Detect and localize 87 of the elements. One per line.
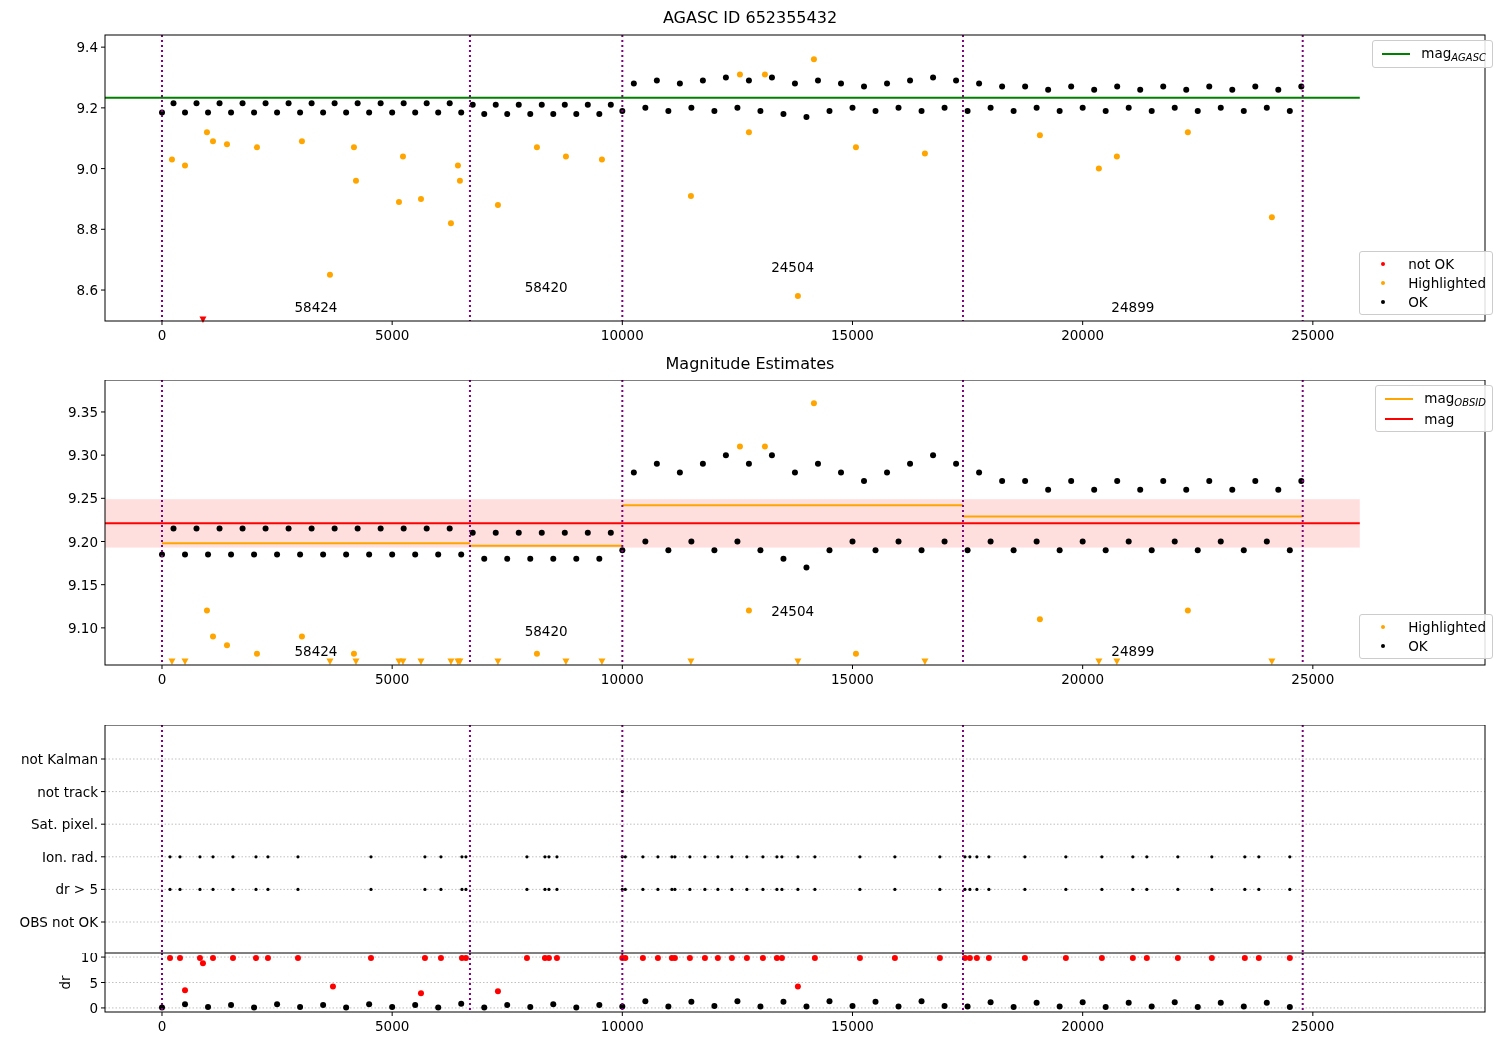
x-tick: 5000 [375,1011,410,1034]
y-tick: 9.0 [76,160,106,177]
x-tick: 15000 [831,664,874,687]
legend-label: mag$_{AGASC}$ [1421,45,1486,63]
x-tick-label: 25000 [1291,671,1335,687]
x-tick-label: 10000 [600,327,644,343]
annotation-label: 24899 [1111,643,1155,659]
y-tick-label: 9.20 [67,533,98,550]
x-tick: 0 [157,664,167,687]
x-tick: 25000 [1291,1011,1335,1034]
legend-label: mag$_{OBSID}$ [1424,390,1486,408]
x-tick-label: 15000 [831,1018,874,1034]
y-tick-label: 9.35 [67,403,98,420]
legend-label: OK [1408,294,1428,310]
y-tick: OBS not OK [19,914,106,930]
annotation-label: 24899 [1111,299,1155,315]
x-tick-label: 0 [157,327,167,343]
annotation-label: 24504 [771,603,815,619]
x-tick: 10000 [600,1011,644,1034]
y-tick: 9.30 [67,447,106,464]
x-tick-label: 5000 [374,1018,410,1034]
x-tick-label: 15000 [831,671,874,687]
legend-label: Highlighted [1408,619,1486,635]
y-tick-label: 5 [89,974,98,991]
y-tick: Ion. rad. [41,848,106,865]
x-tick-label: 20000 [1061,1018,1105,1034]
x-tick-label: 25000 [1291,1018,1335,1034]
y-tick: 9.15 [67,576,106,593]
y-tick: dr > 5 [55,881,106,898]
y-tick: 8.8 [76,221,106,238]
legend-label: not OK [1408,256,1455,272]
legend-label: OK [1408,638,1428,654]
y-tick: 9.2 [76,99,106,116]
x-tick-label: 10000 [600,1018,644,1034]
x-tick-label: 0 [157,671,167,687]
annotation-label: 58424 [294,643,338,659]
x-tick: 15000 [831,1011,874,1034]
y-tick: 9.4 [76,39,106,56]
x-tick: 10000 [600,664,644,687]
x-tick: 5000 [375,320,410,343]
y-tick: 0 [89,999,106,1016]
x-tick: 20000 [1061,1011,1105,1034]
x-tick-label: 5000 [374,671,410,687]
x-tick: 5000 [375,664,410,687]
x-tick: 0 [157,320,167,343]
x-tick-label: 15000 [831,327,874,343]
y-tick-label: 9.15 [67,576,98,593]
y-tick: 9.35 [67,403,106,420]
x-tick: 20000 [1061,664,1105,687]
y-tick-label: 0 [89,999,98,1016]
y-tick: 9.25 [67,490,106,507]
annotation-label: 58420 [524,623,568,639]
y-tick: Sat. pixel. [31,816,106,833]
y-tick-label: 9.30 [67,447,98,464]
annotation-label: 58420 [524,279,568,295]
x-tick-label: 5000 [374,327,410,343]
x-tick: 0 [157,1011,167,1034]
legend-label: mag [1424,411,1455,427]
y-tick-label: 9.10 [67,619,98,636]
y-tick-label: 8.6 [76,282,98,299]
y-tick: not Kalman [20,751,106,767]
chart-title: Magnitude Estimates [665,354,835,375]
y-tick-label: 9.2 [76,99,98,116]
y-tick-label: 9.4 [76,39,98,56]
x-tick: 25000 [1291,320,1335,343]
y-tick: 5 [89,974,106,991]
y-tick: 8.6 [76,282,106,299]
x-tick: 10000 [600,320,644,343]
y-tick: 9.20 [67,533,106,550]
x-tick-label: 0 [157,1018,167,1034]
x-tick-label: 25000 [1291,327,1335,343]
legend-label: Highlighted [1408,275,1486,291]
y-tick-label: 8.8 [76,221,98,238]
x-tick: 25000 [1291,664,1335,687]
annotation-label: 58424 [294,299,338,315]
y-tick: 9.10 [67,619,106,636]
annotation-label: 24504 [771,259,815,275]
y-tick-label: 9.0 [76,160,98,177]
y-tick: not track [37,783,106,800]
x-tick-label: 10000 [600,671,644,687]
chart-title: AGASC ID 652355432 [662,8,838,29]
x-tick: 15000 [831,320,874,343]
y-axis-label: dr [57,975,73,990]
x-tick-label: 20000 [1061,671,1105,687]
x-tick-label: 20000 [1061,327,1105,343]
y-tick-label: 9.25 [67,490,98,507]
x-tick: 20000 [1061,320,1105,343]
